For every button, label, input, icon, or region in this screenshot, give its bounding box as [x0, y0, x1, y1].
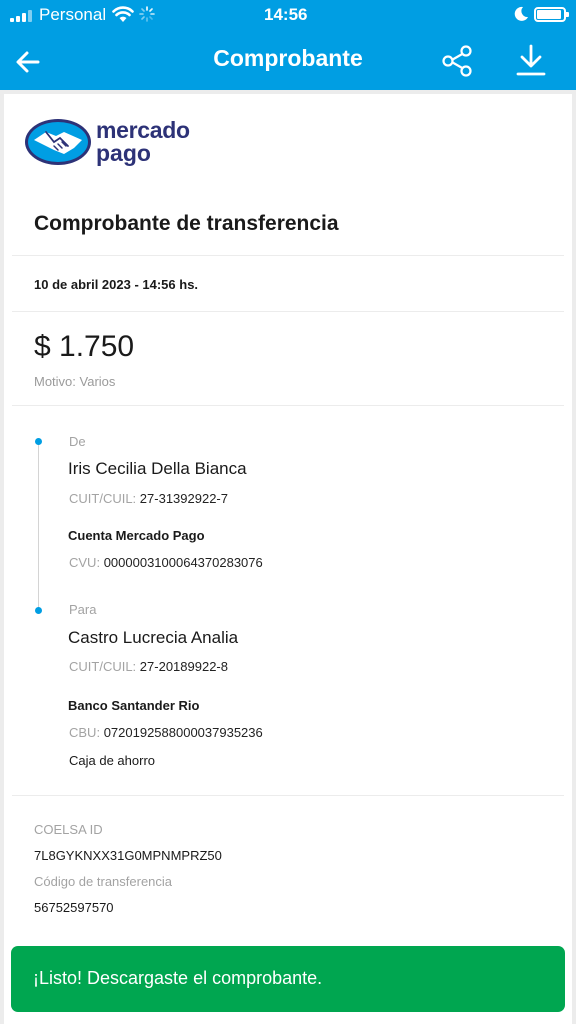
mercado-pago-logo-icon — [25, 119, 91, 165]
moon-icon — [514, 6, 528, 21]
toast-message: ¡Listo! Descargaste el comprobante. — [33, 968, 323, 988]
brand-line-1: mercado — [96, 117, 190, 143]
sender-name: Iris Cecilia Della Bianca — [68, 459, 247, 478]
recipient-cbu: 0720192588000037935236 — [103, 725, 263, 740]
signal-icon — [10, 10, 34, 22]
sender-cuit: 27-31392922-7 — [139, 491, 228, 506]
cuit-label: CUIT/CUIL: — [69, 491, 137, 506]
receipt-title: Comprobante de transferencia — [34, 212, 339, 235]
brand-name: mercado pago — [96, 119, 190, 165]
download-icon[interactable] — [512, 42, 550, 80]
sender-cvu-row: CVU: 0000003100064370283076 — [69, 555, 263, 570]
recipient-cuit: 27-20189922-8 — [139, 659, 228, 674]
recipient-cuit-row: CUIT/CUIL: 27-20189922-8 — [69, 659, 228, 674]
wifi-icon — [112, 6, 134, 22]
sender-cvu: 0000003100064370283076 — [103, 555, 263, 570]
timeline-dot-to — [35, 607, 42, 614]
share-icon[interactable] — [438, 42, 476, 80]
recipient-cbu-row: CBU: 0720192588000037935236 — [69, 725, 263, 740]
transfer-code: 56752597570 — [34, 900, 114, 915]
recipient-bank: Banco Santander Rio — [68, 698, 200, 713]
timeline-line — [38, 440, 39, 610]
status-bar: Personal 14:56 — [0, 0, 576, 30]
battery-icon — [534, 7, 569, 22]
receipt-card: mercado pago Comprobante de transferenci… — [4, 94, 572, 1024]
sender-cuit-row: CUIT/CUIL: 27-31392922-7 — [69, 491, 228, 506]
divider — [12, 255, 564, 256]
sender-account-type: Cuenta Mercado Pago — [68, 528, 205, 543]
divider — [12, 405, 564, 406]
status-time: 14:56 — [264, 5, 308, 24]
cbu-label: CBU: — [69, 725, 101, 740]
recipient-name: Castro Lucrecia Analia — [68, 628, 239, 647]
transfer-reason: Motivo: Varios — [34, 374, 116, 389]
receipt-date: 10 de abril 2023 - 14:56 hs. — [34, 277, 199, 292]
carrier-name: Personal — [39, 5, 107, 24]
recipient-account-type: Caja de ahorro — [69, 753, 155, 768]
brand-line-2: pago — [96, 140, 151, 166]
coelsa-label: COELSA ID — [34, 822, 103, 837]
loading-icon — [139, 6, 155, 22]
coelsa-id: 7L8GYKNXX31G0MPNMPRZ50 — [34, 848, 222, 863]
download-success-toast[interactable]: ¡Listo! Descargaste el comprobante. — [11, 946, 565, 1012]
divider — [12, 795, 564, 796]
page-title: Comprobante — [213, 45, 363, 71]
cvu-label: CVU: — [69, 555, 101, 570]
transfer-code-label: Código de transferencia — [34, 874, 173, 889]
app-header: Personal 14:56 Comprobante — [0, 0, 576, 90]
amount: $ 1.750 — [34, 330, 135, 363]
from-label: De — [69, 434, 86, 449]
to-label: Para — [69, 602, 97, 617]
divider — [12, 311, 564, 312]
timeline-dot-from — [35, 438, 42, 445]
cuit-label: CUIT/CUIL: — [69, 659, 137, 674]
